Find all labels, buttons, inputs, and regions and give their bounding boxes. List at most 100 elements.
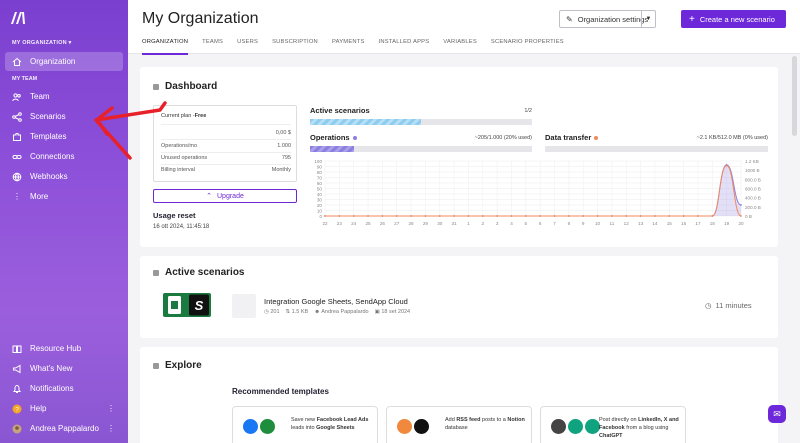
- x-tick-label: 10: [595, 221, 601, 226]
- notion-icon: [414, 419, 429, 434]
- divider: [161, 124, 291, 125]
- plan-row-value: 1.000: [277, 143, 291, 149]
- x-tick-label: 19: [724, 221, 730, 226]
- template-text: Save new: [291, 417, 317, 423]
- x-tick-label: 30: [437, 221, 443, 226]
- data-point: [596, 215, 599, 217]
- current-plan-label: Current plan -: [161, 113, 195, 119]
- upgrade-button[interactable]: ⌃ Upgrade: [153, 189, 297, 203]
- plan-row-value: 0,00 $: [275, 130, 291, 136]
- sidebar-item-connections[interactable]: Connections: [5, 147, 123, 166]
- template-description: Save new Facebook Lead Ads leads into Go…: [291, 416, 375, 432]
- chat-help-button[interactable]: ✉: [768, 405, 786, 423]
- sidebar-item-label: Help: [30, 404, 47, 413]
- data-point: [725, 164, 728, 167]
- template-text: Add: [445, 417, 457, 423]
- usage-reset-label: Usage reset: [153, 211, 196, 220]
- tab-users[interactable]: USERS: [237, 39, 258, 55]
- create-scenario-button[interactable]: + Create a new scenario: [681, 10, 786, 28]
- current-plan-value: Free: [194, 113, 207, 119]
- chevron-down-icon[interactable]: ▼: [641, 11, 655, 27]
- tab-teams[interactable]: TEAMS: [202, 39, 223, 55]
- progress-fill: [310, 146, 355, 152]
- data-transfer-metric-label: Data transfer: [545, 133, 599, 142]
- y-right-tick-label: 200.0 B: [745, 205, 761, 210]
- y-right-tick-label: 600.0 B: [745, 187, 761, 192]
- collapse-icon[interactable]: [153, 83, 159, 90]
- sidebar-item-label: More: [30, 192, 49, 201]
- clock-icon: ◷: [705, 301, 712, 310]
- sidebar-item-more[interactable]: ⋮ More: [5, 187, 123, 206]
- wordpress-icon: [551, 419, 566, 434]
- data-point: [338, 215, 341, 217]
- team-section-label: MY TEAM: [12, 76, 38, 82]
- x-tick-label: 23: [337, 221, 343, 226]
- data-point: [352, 215, 355, 217]
- tab-payments[interactable]: PAYMENTS: [332, 39, 365, 55]
- data-point: [582, 215, 585, 217]
- data-point: [410, 215, 412, 217]
- sidebar-item-help[interactable]: ? Help ⋮: [5, 399, 123, 418]
- help-icon: ?: [12, 404, 22, 414]
- progress-fill: [310, 119, 421, 125]
- template-card[interactable]: Post directly on LinkedIn, X and Faceboo…: [540, 406, 686, 443]
- sidebar-item-team[interactable]: Team: [5, 87, 123, 106]
- puzzle-icon: [12, 132, 22, 142]
- tab-subscription[interactable]: SUBSCRIPTION: [272, 39, 318, 55]
- scenario-app-icons[interactable]: S: [163, 293, 213, 317]
- more-vertical-icon: ⋮: [13, 192, 21, 201]
- template-text: Post directly on: [599, 417, 639, 423]
- divider: [161, 152, 291, 153]
- sidebar-item-profile[interactable]: Andrea Pappalardo ⋮: [5, 419, 123, 438]
- x-tick-label: 8: [568, 221, 571, 226]
- template-card[interactable]: Add RSS feed posts to a Notion database: [386, 406, 532, 443]
- megaphone-icon: [12, 364, 22, 374]
- template-text: leads into: [291, 425, 317, 431]
- plan-billing-row: Billing interval Monthly: [161, 167, 291, 173]
- active-scenarios-metric-label: Active scenarios: [310, 106, 370, 115]
- tab-variables[interactable]: VARIABLES: [443, 39, 477, 55]
- x-tick-label: 24: [351, 221, 357, 226]
- template-card[interactable]: Save new Facebook Lead Ads leads into Go…: [232, 406, 378, 443]
- scenario-interval-value: 11 minutes: [715, 301, 752, 310]
- scenario-name[interactable]: Integration Google Sheets, SendApp Cloud: [264, 297, 408, 306]
- sidebar-item-label: Team: [30, 92, 50, 101]
- x-tick-label: 28: [409, 221, 415, 226]
- tab-organization[interactable]: ORGANIZATION: [142, 39, 189, 55]
- sidebar-item-whats-new[interactable]: What's New: [5, 359, 123, 378]
- sidebar-item-organization[interactable]: Organization: [5, 52, 123, 71]
- sidebar-item-scenarios[interactable]: Scenarios: [5, 107, 123, 126]
- recommended-templates-title: Recommended templates: [232, 387, 329, 396]
- template-app-icons: [397, 419, 429, 434]
- tab-installed-apps[interactable]: INSTALLED APPS: [379, 39, 430, 55]
- collapse-icon[interactable]: [153, 362, 159, 369]
- operations-metric-label: Operations: [310, 133, 357, 142]
- page-header: My Organization ✎ Organization settings …: [128, 0, 800, 55]
- organization-settings-label: Organization settings: [577, 14, 649, 24]
- organization-settings-button[interactable]: ✎ Organization settings ▼: [559, 10, 656, 28]
- data-point: [496, 215, 499, 217]
- make-logo-icon[interactable]: [10, 10, 28, 26]
- operations-count-value: 201: [270, 309, 280, 315]
- collapse-icon[interactable]: [153, 269, 159, 276]
- scrollbar[interactable]: [792, 56, 797, 136]
- data-transfer-metric-value: ~2.1 KB/512.0 MB (0% used): [696, 135, 768, 141]
- data-point: [367, 215, 369, 217]
- sidebar-item-webhooks[interactable]: Webhooks: [5, 167, 123, 186]
- owner-value: Andrea Pappalardo: [321, 309, 369, 315]
- organization-switcher[interactable]: MY ORGANIZATION ▾: [12, 40, 71, 46]
- scenario-meta: ◷ 201 ⇅ 1.5 KB ☻ Andrea Pappalardo ▣ 18 …: [264, 309, 410, 315]
- openai-icon: [568, 419, 583, 434]
- sidebar-item-resource-hub[interactable]: Resource Hub: [5, 339, 123, 358]
- sidebar-item-notifications[interactable]: Notifications: [5, 379, 123, 398]
- more-vertical-icon[interactable]: ⋮: [107, 404, 115, 413]
- data-point: [553, 215, 556, 217]
- tab-scenario-properties[interactable]: SCENARIO PROPERTIES: [491, 39, 564, 55]
- plan-price-row: 0,00 $: [161, 130, 291, 136]
- x-tick-label: 12: [624, 221, 630, 226]
- sidebar-item-templates[interactable]: Templates: [5, 127, 123, 146]
- series-area: [325, 164, 741, 216]
- more-vertical-icon[interactable]: ⋮: [107, 424, 115, 433]
- x-tick-label: 31: [452, 221, 458, 226]
- data-size: ⇅ 1.5 KB: [286, 309, 309, 315]
